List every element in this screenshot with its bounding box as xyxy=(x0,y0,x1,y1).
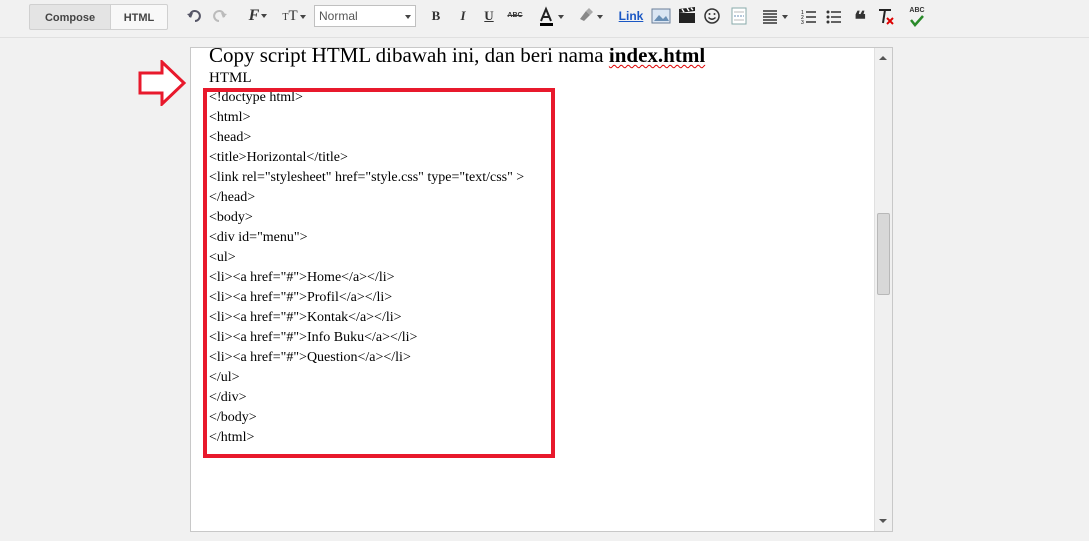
bulleted-list-icon[interactable] xyxy=(825,5,843,27)
compose-mode-button[interactable]: Compose xyxy=(29,4,111,30)
insert-image-icon[interactable] xyxy=(651,5,671,27)
svg-text:3: 3 xyxy=(801,20,804,26)
insert-video-icon[interactable] xyxy=(677,5,697,27)
insert-link-button[interactable]: Link xyxy=(617,5,645,27)
code-line: <html> xyxy=(209,110,251,125)
heading-filename: index.html xyxy=(608,47,706,67)
code-line: </head> xyxy=(209,190,256,205)
code-line: <!doctype html> xyxy=(209,90,303,105)
post-editor-area[interactable]: Copy script HTML dibawah ini, dan beri n… xyxy=(190,47,893,532)
bold-icon[interactable]: B xyxy=(428,5,444,27)
code-line: <li><a href="#">Question</a></li> xyxy=(209,350,411,365)
heading-text: Copy script HTML dibawah ini, dan beri n… xyxy=(209,47,609,67)
code-line: <li><a href="#">Home</a></li> xyxy=(209,270,395,285)
scrollbar-thumb[interactable] xyxy=(877,213,890,295)
code-line: <body> xyxy=(209,210,253,225)
insert-jump-break-icon[interactable] xyxy=(729,5,749,27)
editor-toolbar: Compose HTML F TT Normal B I U ABC Link … xyxy=(0,0,1089,38)
code-line: <li><a href="#">Info Buku</a></li> xyxy=(209,330,418,345)
emoticon-icon[interactable] xyxy=(703,5,721,27)
highlight-color-icon[interactable] xyxy=(576,5,606,27)
numbered-list-icon[interactable]: 123 xyxy=(800,5,818,27)
code-line: <li><a href="#">Kontak</a></li> xyxy=(209,310,402,325)
code-line: </html> xyxy=(209,430,255,445)
font-size-icon[interactable]: TT xyxy=(279,5,309,27)
spellcheck-icon[interactable]: ABC xyxy=(907,5,927,27)
scroll-up-icon[interactable] xyxy=(879,56,887,60)
code-line: <div id="menu"> xyxy=(209,230,308,245)
italic-icon[interactable]: I xyxy=(455,5,471,27)
vertical-scrollbar[interactable] xyxy=(874,48,892,531)
code-line: </body> xyxy=(209,410,257,425)
code-line: <li><a href="#">Profil</a></li> xyxy=(209,290,393,305)
code-line: </div> xyxy=(209,390,247,405)
font-family-icon[interactable]: F xyxy=(243,5,273,27)
red-arrow-annotation-icon xyxy=(138,60,187,106)
post-content[interactable]: Copy script HTML dibawah ini, dan beri n… xyxy=(209,47,869,448)
code-line: <link rel="stylesheet" href="style.css" … xyxy=(209,170,525,185)
quote-icon[interactable]: ❝ xyxy=(851,5,869,32)
redo-icon[interactable] xyxy=(210,5,228,27)
text-color-icon[interactable] xyxy=(537,5,567,27)
code-line: </ul> xyxy=(209,370,240,385)
code-line: <title>Horizontal</title> xyxy=(209,150,348,165)
chevron-down-icon xyxy=(405,15,411,19)
paragraph-format-value: Normal xyxy=(319,9,358,23)
underline-icon[interactable]: U xyxy=(481,5,497,27)
alignment-icon[interactable] xyxy=(761,5,793,27)
remove-formatting-icon[interactable] xyxy=(876,5,896,27)
paragraph-format-select[interactable]: Normal xyxy=(314,5,416,27)
spellcheck-label: ABC xyxy=(909,7,925,14)
post-heading: Copy script HTML dibawah ini, dan beri n… xyxy=(209,47,869,68)
strikethrough-icon[interactable]: ABC xyxy=(505,5,525,27)
undo-icon[interactable] xyxy=(186,5,204,27)
html-mode-button[interactable]: HTML xyxy=(110,4,168,30)
code-line: <head> xyxy=(209,130,252,145)
code-line: <ul> xyxy=(209,250,236,265)
html-subheading: HTML xyxy=(209,70,252,86)
scroll-down-icon[interactable] xyxy=(879,519,887,523)
